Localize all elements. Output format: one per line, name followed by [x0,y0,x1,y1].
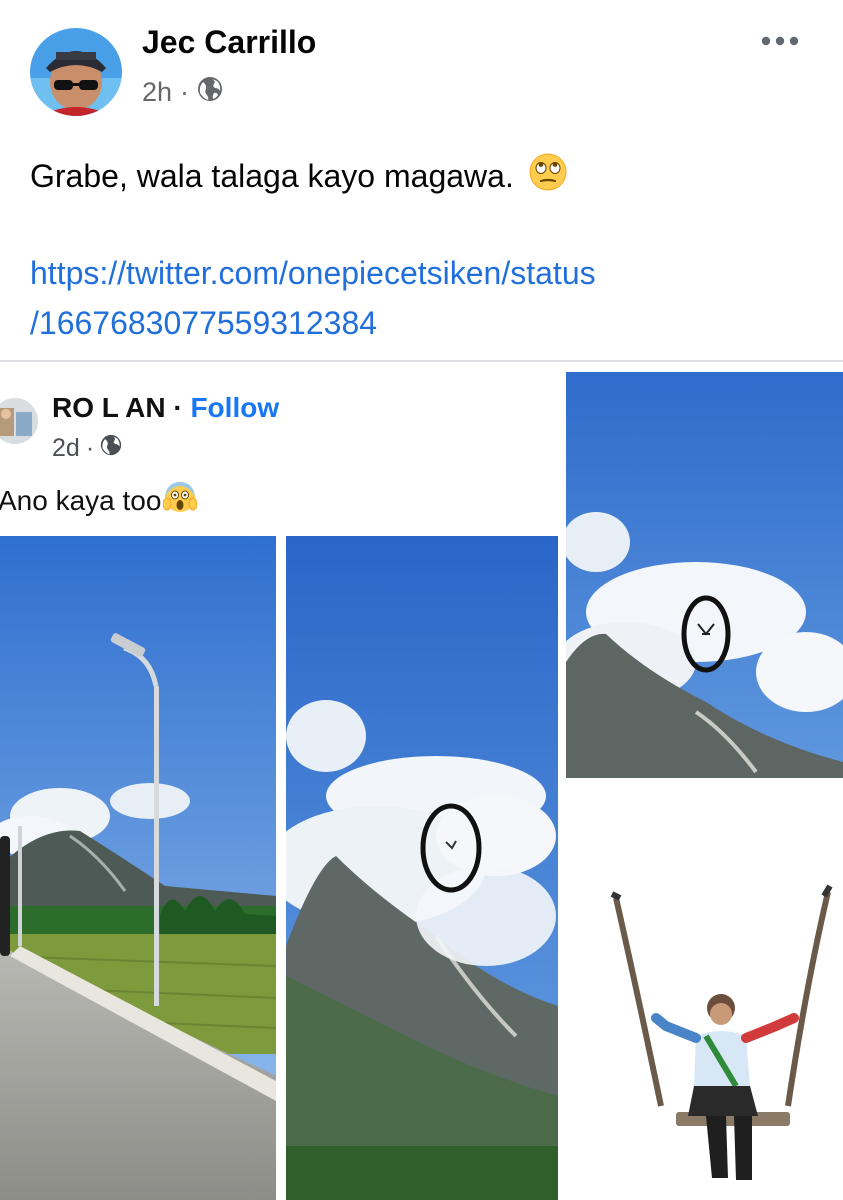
post-header: Jec Carrillo 2h · [0,0,843,130]
post-caption: Grabe, wala talaga kayo magawa. [30,152,568,200]
author-avatar[interactable] [30,28,122,116]
face-with-rolling-eyes-icon [528,152,568,200]
photo-woman-on-swing [566,786,843,1200]
tweet-link-line2: /1667683077559312384 [30,305,378,341]
shared-time: 2d [52,434,80,462]
shared-author-line: RO L AN · Follow [52,392,279,424]
shared-separator: · [173,392,183,423]
post-time[interactable]: 2h [142,77,172,108]
tweet-link-line1: https://twitter.com/onepiecetsiken/statu… [30,255,596,291]
shared-meta-separator: · [85,434,95,462]
globe-icon [100,434,122,463]
photo-volcano-circled [286,536,558,1200]
face-screaming-in-fear-icon [162,480,198,521]
tweet-link[interactable]: https://twitter.com/onepiecetsiken/statu… [30,248,810,348]
globe-icon [197,76,223,109]
shared-photo-collage[interactable]: RO L AN · Follow 2d · Ano kaya too [0,362,843,1200]
follow-button: Follow [190,392,280,423]
shared-author-name: RO L AN [52,392,166,423]
photo-volcano-closeup [566,372,843,778]
shared-author-avatar [0,398,38,444]
post-meta: 2h · [142,76,223,109]
photo-street-lamp [0,536,276,1200]
more-options-icon [761,36,799,46]
more-options-button[interactable] [756,26,804,56]
author-name[interactable]: Jec Carrillo [142,24,316,61]
meta-separator: · [180,77,190,107]
shared-caption-text: Ano kaya too [0,484,162,516]
shared-caption: Ano kaya too [0,480,198,521]
shared-meta: 2d · [52,434,122,463]
post-caption-text: Grabe, wala talaga kayo magawa. [30,157,514,194]
